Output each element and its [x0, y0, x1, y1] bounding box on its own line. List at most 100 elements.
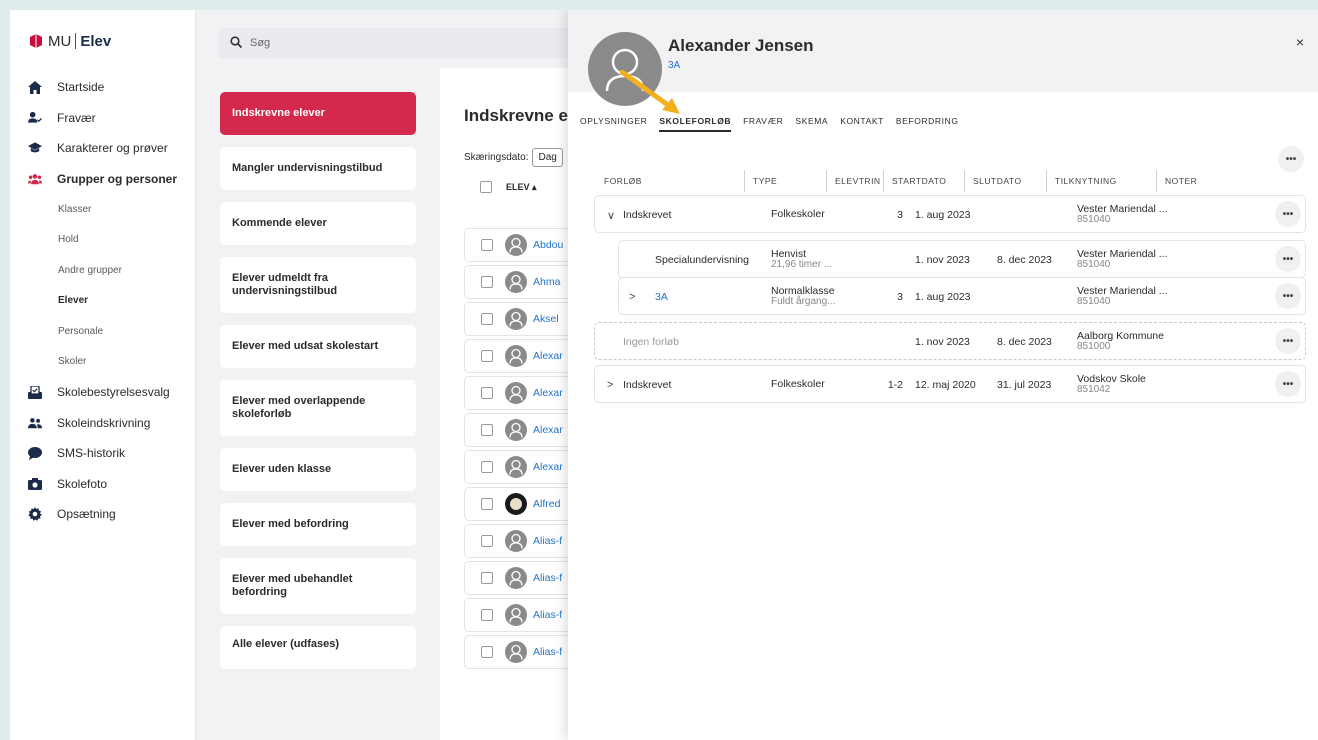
table-row[interactable]: > Indskrevet Folkeskoler 1-2 12. maj 2020 31.…: [594, 365, 1306, 403]
category-mangler[interactable]: Mangler undervisningstilbud: [220, 147, 416, 190]
row-checkbox[interactable]: [481, 572, 493, 584]
row-checkbox[interactable]: [481, 239, 493, 251]
chevron-down-icon[interactable]: ∨: [607, 196, 615, 234]
search-input[interactable]: Søg: [218, 28, 578, 58]
tab-skoleforlob[interactable]: SKOLEFORLØB: [659, 116, 732, 132]
tab-befordring[interactable]: BEFORDRING: [896, 116, 959, 132]
category-befordring[interactable]: Elever med befordring: [220, 503, 416, 546]
col-noter[interactable]: NOTER: [1156, 170, 1236, 192]
nav-item-startside[interactable]: Startside: [10, 72, 195, 103]
category-ubehandlet[interactable]: Elever med ubehandlet befordring: [220, 558, 416, 614]
row-checkbox[interactable]: [481, 498, 493, 510]
row-more-button[interactable]: •••: [1275, 371, 1301, 397]
student-name-link[interactable]: Aksel: [533, 313, 559, 325]
nav-sub-skoler[interactable]: Skoler: [10, 347, 195, 378]
avatar: [505, 382, 527, 404]
row-checkbox[interactable]: [481, 424, 493, 436]
row-checkbox[interactable]: [481, 350, 493, 362]
table-row[interactable]: >3A Normalklasse Fuldt årgang... 3 1. aug 20…: [618, 277, 1306, 315]
category-overlappende[interactable]: Elever med overlappende skoleforløb: [220, 380, 416, 436]
nav-item-fravaer[interactable]: Fravær: [10, 103, 195, 134]
nav-sub-klasser[interactable]: Klasser: [10, 194, 195, 225]
nav-item-skoleindskrivning[interactable]: Skoleindskrivning: [10, 408, 195, 439]
category-uden-klasse[interactable]: Elever uden klasse: [220, 448, 416, 491]
cell-elevtrin: 1-2: [887, 379, 903, 391]
category-alle[interactable]: Alle elever (udfases): [220, 626, 416, 669]
nav-sub-elever[interactable]: Elever: [10, 286, 195, 317]
row-checkbox[interactable]: [481, 535, 493, 547]
nav-sub-hold[interactable]: Hold: [10, 225, 195, 256]
category-udmeldt[interactable]: Elever udmeldt fra undervisningstilbud: [220, 257, 416, 313]
tab-kontakt[interactable]: KONTAKT: [840, 116, 884, 132]
row-more-button[interactable]: •••: [1275, 328, 1301, 354]
col-type[interactable]: TYPE: [744, 170, 826, 192]
row-checkbox[interactable]: [481, 313, 493, 325]
row-checkbox[interactable]: [481, 646, 493, 658]
table-more-button[interactable]: •••: [1278, 146, 1304, 172]
nav-item-grupper[interactable]: Grupper og personer: [10, 164, 195, 195]
select-all-checkbox[interactable]: [480, 181, 492, 193]
nav-item-sms-historik[interactable]: SMS-historik: [10, 438, 195, 469]
student-name-link[interactable]: Alfred: [533, 498, 560, 510]
row-more-button[interactable]: •••: [1275, 201, 1301, 227]
cell-startdato: 12. maj 2020: [915, 379, 976, 391]
row-checkbox[interactable]: [481, 461, 493, 473]
avatar: [505, 530, 527, 552]
student-name-link[interactable]: Alias-f: [533, 646, 562, 658]
chevron-right-icon[interactable]: >: [607, 366, 613, 404]
tab-oplysninger[interactable]: OPLYSNINGER: [580, 116, 647, 132]
table-row[interactable]: Ingen forløb 1. nov 2023 8. dec 2023 Aalbor…: [594, 322, 1306, 360]
student-name-link[interactable]: Ahma: [533, 276, 560, 288]
col-tilknytning[interactable]: TILKNYTNING: [1046, 170, 1154, 192]
cell-forlob: Specialundervisning: [655, 254, 749, 266]
cell-type: Normalklasse Fuldt årgang...: [771, 278, 835, 316]
table-row[interactable]: ∨ Indskrevet Folkeskoler 3 1. aug 2023 Vester…: [594, 195, 1306, 233]
tab-skema[interactable]: SKEMA: [795, 116, 828, 132]
nav-item-label: Karakterer og prøver: [57, 141, 168, 156]
row-more-button[interactable]: •••: [1275, 246, 1301, 272]
date-label: Skæringsdato:: [464, 152, 529, 163]
col-startdato[interactable]: STARTDATO: [883, 170, 958, 192]
col-header-elev[interactable]: ELEV ▴: [506, 182, 537, 193]
table-row[interactable]: Specialundervisning Henvist 21,96 timer ..…: [618, 240, 1306, 278]
col-slutdato[interactable]: SLUTDATO: [964, 170, 1044, 192]
chevron-right-icon[interactable]: >: [629, 278, 635, 316]
row-checkbox[interactable]: [481, 609, 493, 621]
student-name-link[interactable]: Alias-f: [533, 572, 562, 584]
cell-forlob[interactable]: 3A: [655, 278, 668, 316]
cell-type: Folkeskoler: [771, 196, 825, 234]
nav-item-skolebestyrelsesvalg[interactable]: Skolebestyrelsesvalg: [10, 377, 195, 408]
row-checkbox[interactable]: [481, 387, 493, 399]
nav-item-skolefoto[interactable]: Skolefoto: [10, 469, 195, 500]
avatar: [505, 641, 527, 663]
student-name-link[interactable]: Abdou: [533, 239, 563, 251]
nav-sub-andre-grupper[interactable]: Andre grupper: [10, 255, 195, 286]
category-kommende[interactable]: Kommende elever: [220, 202, 416, 245]
row-more-button[interactable]: •••: [1275, 283, 1301, 309]
student-name-link[interactable]: Alexar: [533, 424, 563, 436]
cell-type-main: Folkeskoler: [771, 378, 825, 391]
cell-tilknytning-sub: 851040: [1077, 296, 1111, 308]
cell-elevtrin: [835, 323, 903, 361]
student-name-link[interactable]: Alias-f: [533, 609, 562, 621]
col-elevtrin[interactable]: ELEVTRIN: [826, 170, 881, 192]
nav-item-label: Fravær: [57, 110, 96, 125]
nav-item-karakterer[interactable]: Karakterer og prøver: [10, 133, 195, 164]
logo[interactable]: MU Elev: [28, 28, 195, 54]
student-name-link[interactable]: Alexar: [533, 350, 563, 362]
student-name-link[interactable]: Alias-f: [533, 535, 562, 547]
tab-fravaer[interactable]: FRAVÆR: [743, 116, 783, 132]
cell-startdato: 1. nov 2023: [915, 336, 970, 348]
student-name-link[interactable]: Alexar: [533, 461, 563, 473]
nav-item-opsaetning[interactable]: Opsætning: [10, 499, 195, 530]
student-name-link[interactable]: Alexar: [533, 387, 563, 399]
cell-tilknytning-sub: 851040: [1077, 214, 1111, 226]
col-forlob[interactable]: FORLØB: [594, 170, 744, 192]
row-checkbox[interactable]: [481, 276, 493, 288]
avatar: [505, 308, 527, 330]
category-indskrevne[interactable]: Indskrevne elever: [220, 92, 416, 135]
category-udsat[interactable]: Elever med udsat skolestart: [220, 325, 416, 368]
close-icon[interactable]: ×: [1296, 34, 1304, 50]
nav-sub-personale[interactable]: Personale: [10, 316, 195, 347]
date-select[interactable]: Dag: [532, 148, 563, 167]
